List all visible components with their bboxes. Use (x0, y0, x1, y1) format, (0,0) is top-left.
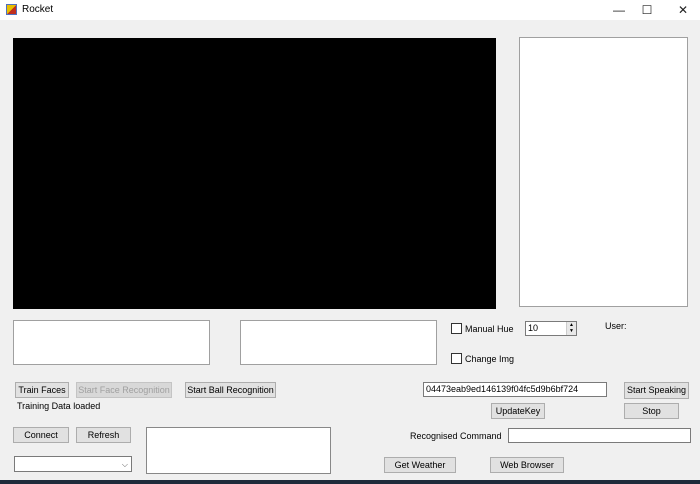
hue-stepper[interactable]: 10 ▲ ▼ (525, 321, 577, 336)
side-panel (519, 37, 688, 307)
camera-view (13, 38, 496, 309)
start-ball-recognition-button[interactable]: Start Ball Recognition (185, 382, 276, 398)
hue-value: 10 (528, 323, 539, 333)
update-key-button[interactable]: UpdateKey (491, 403, 545, 419)
title-bar (0, 0, 700, 20)
get-weather-button[interactable]: Get Weather (384, 457, 456, 473)
app-icon (6, 4, 17, 15)
change-img-label: Change Img (465, 354, 515, 364)
recognised-command-label: Recognised Command (410, 431, 502, 441)
port-combobox[interactable]: ⌵ (14, 456, 132, 472)
maximize-button[interactable]: ☐ (632, 2, 662, 18)
training-status: Training Data loaded (17, 401, 101, 411)
start-speaking-button[interactable]: Start Speaking (624, 382, 689, 399)
change-img-checkbox[interactable] (451, 353, 462, 364)
image-box-2 (240, 320, 437, 365)
output-textbox[interactable] (146, 427, 331, 474)
connect-button[interactable]: Connect (13, 427, 69, 443)
recognised-command-input[interactable] (508, 428, 691, 443)
taskbar-edge (0, 480, 700, 484)
stop-button[interactable]: Stop (624, 403, 679, 419)
user-label: User: (605, 321, 627, 331)
start-face-recognition-button[interactable]: Start Face Recognition (76, 382, 172, 398)
stepper-arrows-icon[interactable]: ▲ ▼ (566, 322, 576, 335)
manual-hue-checkbox[interactable] (451, 323, 462, 334)
manual-hue-label: Manual Hue (465, 324, 514, 334)
chevron-down-icon: ⌵ (121, 460, 128, 469)
refresh-button[interactable]: Refresh (76, 427, 131, 443)
api-key-input[interactable]: 04473eab9ed146139f04fc5d9b6bf724 (423, 382, 607, 397)
train-faces-button[interactable]: Train Faces (15, 382, 69, 398)
minimize-button[interactable]: — (604, 2, 634, 18)
window-title: Rocket (22, 4, 54, 15)
image-box-1 (13, 320, 210, 365)
web-browser-button[interactable]: Web Browser (490, 457, 564, 473)
close-button[interactable]: ✕ (668, 2, 698, 18)
